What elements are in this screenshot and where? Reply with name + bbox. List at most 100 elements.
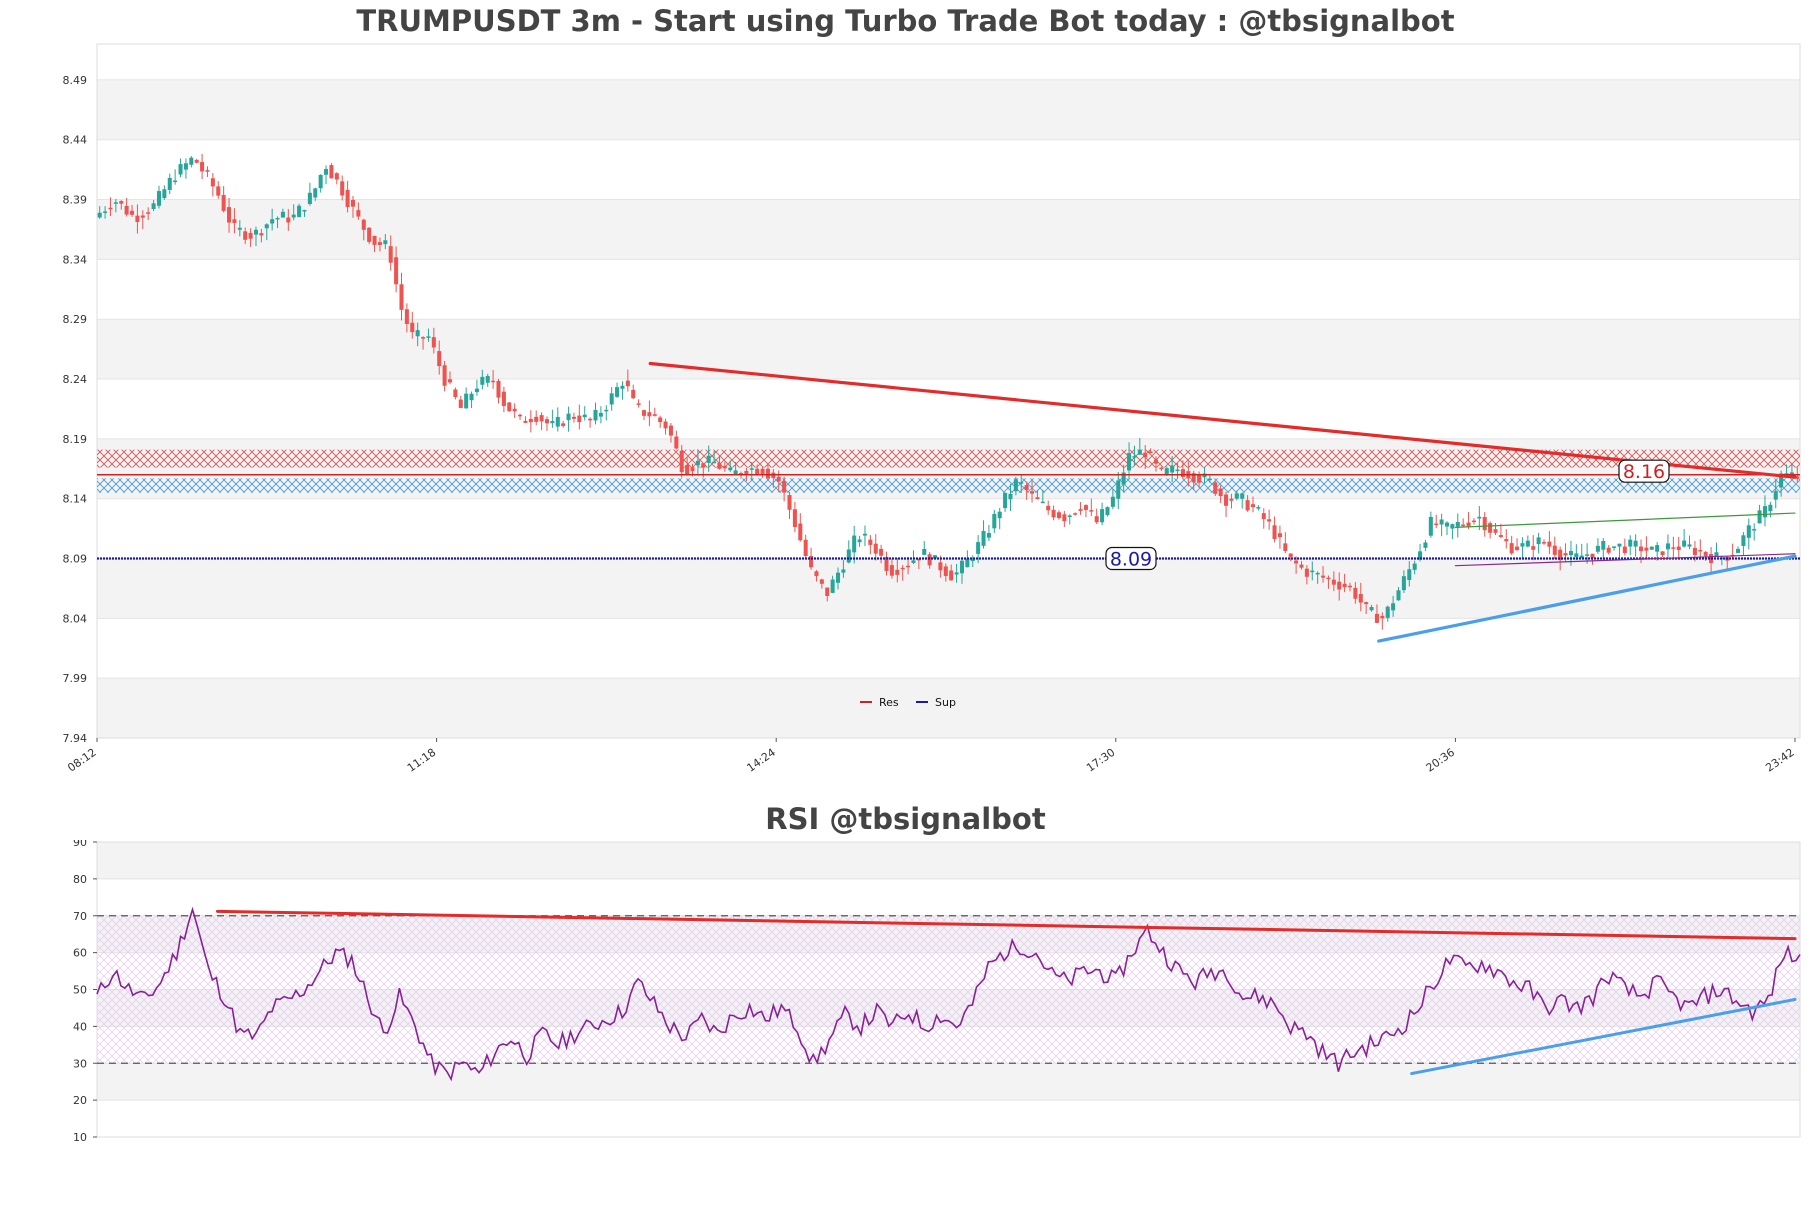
bear-candle [792, 509, 797, 528]
bear-candle [388, 246, 393, 263]
bear-candle [588, 418, 593, 421]
price-y-tick-label: 7.94 [63, 732, 88, 745]
bear-candle [539, 415, 544, 422]
rsi-y-tick-label: 40 [73, 1020, 87, 1033]
bull-candle [469, 393, 474, 401]
bear-candle [636, 403, 641, 405]
bear-candle [1644, 547, 1649, 551]
bear-candle [108, 207, 113, 210]
bull-candle [1574, 553, 1579, 558]
bear-candle [1326, 577, 1331, 580]
rsi-y-tick-label: 60 [73, 947, 87, 960]
bear-candle [340, 181, 345, 196]
bull-candle [1423, 542, 1428, 548]
price-x-tick-label: 20:36 [1424, 746, 1457, 775]
channel-upper-line [1454, 512, 1796, 529]
bear-candle [501, 391, 506, 407]
bear-candle [399, 284, 404, 310]
bear-candle [879, 548, 884, 556]
bear-candle [1030, 491, 1035, 494]
bear-candle [350, 199, 356, 207]
bear-candle [814, 571, 819, 577]
bull-candle [862, 533, 867, 536]
support-level-label-value: 8.09 [1110, 549, 1152, 571]
bull-candle [1110, 496, 1115, 507]
bull-candle [1067, 515, 1072, 517]
rsi-y-tick-label: 30 [73, 1057, 87, 1070]
bull-candle [846, 549, 851, 563]
bear-candle [1622, 546, 1627, 554]
price-y-tick-label: 8.19 [63, 433, 88, 446]
price-y-tick-label: 8.34 [63, 253, 88, 266]
bear-candle [1541, 542, 1547, 544]
bull-candle [1385, 606, 1390, 618]
bull-candle [835, 572, 841, 583]
bull-candle [598, 412, 603, 417]
bear-candle [900, 567, 905, 570]
bear-candle [518, 414, 523, 417]
bear-candle [1638, 546, 1644, 552]
price-chart: 8.49 8.44 8.39 8.34 8.29 8.24 8.19 8.14 8.09 8.04… [63, 43, 1801, 775]
bear-candle [437, 351, 442, 367]
bear-candle [243, 231, 248, 240]
bull-candle [485, 375, 490, 383]
bear-candle [377, 242, 382, 245]
bull-candle [965, 558, 970, 568]
bear-candle [1283, 543, 1288, 551]
bear-candle [1353, 587, 1358, 599]
bear-candle [1056, 512, 1062, 519]
bear-candle [447, 379, 453, 383]
rsi-y-tick-label: 90 [73, 840, 87, 849]
bear-candle [755, 468, 760, 475]
bear-candle [1380, 615, 1385, 619]
bull-candle [291, 214, 296, 218]
bear-candle [798, 523, 803, 541]
bear-candle [1159, 467, 1164, 470]
bear-candle [491, 380, 496, 383]
bull-candle [189, 157, 194, 165]
bull-candle [275, 217, 280, 220]
bull-candle [151, 203, 156, 210]
bear-candle [1606, 547, 1611, 553]
price-y-tick-label: 8.39 [63, 194, 88, 207]
bear-candle [679, 450, 684, 473]
bull-candle [1665, 543, 1670, 550]
bear-candle [367, 227, 372, 242]
bear-candle [765, 468, 770, 479]
bull-candle [318, 174, 323, 189]
price-x-tick-label: 08:12 [65, 746, 98, 775]
bear-candle [1073, 513, 1078, 515]
bull-candle [1008, 493, 1013, 500]
price-x-tick-label: 11:18 [405, 746, 438, 775]
bull-candle [1612, 546, 1617, 548]
bull-candle [1520, 543, 1525, 547]
bear-candle [124, 205, 129, 215]
bear-candle [1294, 560, 1299, 564]
price-x-tick-label: 23:42 [1763, 746, 1796, 775]
bull-candle [1428, 516, 1433, 536]
bull-candle [706, 455, 711, 463]
rsi-chart-title: RSI @tbsignalbot [765, 802, 1046, 836]
bear-candle [1676, 546, 1681, 550]
bear-candle [927, 554, 932, 566]
bear-candle [1304, 568, 1309, 577]
bear-candle [1180, 469, 1185, 477]
bear-candle [1143, 452, 1148, 458]
bear-candle [356, 210, 361, 217]
bull-candle [712, 461, 717, 464]
bear-candle [1094, 516, 1099, 523]
bear-candle [1434, 523, 1439, 526]
bull-candle [1617, 543, 1622, 547]
bear-candle [1153, 459, 1159, 464]
bear-candle [130, 210, 135, 215]
bear-candle [216, 186, 221, 196]
bull-candle [297, 205, 302, 217]
bear-candle [652, 414, 657, 416]
bull-candle [1391, 603, 1396, 611]
bear-candle [631, 389, 636, 399]
bear-candle [647, 412, 652, 417]
bull-candle [178, 164, 183, 175]
bull-candle [1234, 493, 1239, 499]
bull-candle [620, 385, 625, 389]
bear-candle [641, 410, 647, 416]
